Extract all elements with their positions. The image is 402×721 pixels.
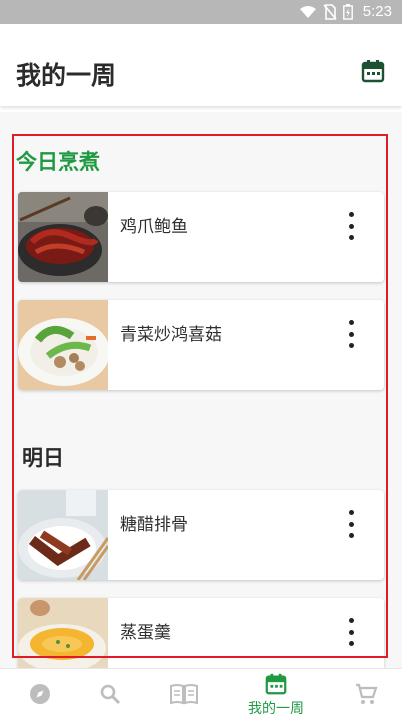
more-options-button[interactable] xyxy=(340,320,362,348)
recipe-name: 青菜炒鸿喜菇 xyxy=(120,325,222,345)
status-time: 5:23 xyxy=(362,3,392,20)
more-icon-dot xyxy=(348,320,354,325)
more-icon-dot xyxy=(348,331,354,337)
calendar-icon xyxy=(265,673,287,695)
no-sim-icon xyxy=(323,3,337,20)
calendar-icon xyxy=(361,60,385,83)
more-icon-dot xyxy=(348,235,354,240)
nav-item-search[interactable] xyxy=(70,669,150,721)
recipe-card[interactable]: 鸡爪鲍鱼 xyxy=(18,192,384,282)
nav-item-recipes[interactable] xyxy=(144,669,224,721)
recipe-name: 蒸蛋羹 xyxy=(120,623,171,643)
nav-item-explore[interactable] xyxy=(0,669,80,721)
recipe-thumbnail xyxy=(18,300,108,390)
more-options-button[interactable] xyxy=(340,510,362,538)
status-icons: 5:23 xyxy=(299,3,392,20)
more-icon-dot xyxy=(348,533,354,538)
recipe-thumbnail xyxy=(18,192,108,282)
section-title-today: 今日烹煮 xyxy=(16,150,100,174)
more-icon-dot xyxy=(348,212,354,217)
more-icon-dot xyxy=(348,641,354,646)
status-bar: 5:23 xyxy=(0,0,402,24)
cart-icon xyxy=(356,683,378,704)
recipe-card[interactable]: 青菜炒鸿喜菇 xyxy=(18,300,384,390)
recipe-thumbnail xyxy=(18,490,108,580)
more-icon-dot xyxy=(348,343,354,348)
recipe-name: 鸡爪鲍鱼 xyxy=(120,217,188,237)
calendar-button[interactable] xyxy=(360,58,386,84)
nav-item-cart[interactable] xyxy=(326,669,402,721)
section-title-tomorrow: 明日 xyxy=(22,446,64,470)
more-icon-dot xyxy=(348,521,354,527)
more-options-button[interactable] xyxy=(340,212,362,240)
weekly-plan-list[interactable]: 今日烹煮 鸡爪鲍鱼 青菜炒鸿喜菇 明日 糖醋排骨 蒸蛋羹 xyxy=(0,112,402,668)
bottom-navigation: 我的一周 xyxy=(0,668,402,721)
nav-item-my-week[interactable]: 我的一周 xyxy=(236,669,316,721)
book-icon xyxy=(170,684,198,705)
compass-icon xyxy=(30,684,50,704)
more-icon-dot xyxy=(348,223,354,229)
recipe-card[interactable]: 蒸蛋羹 xyxy=(18,598,384,668)
recipe-name: 糖醋排骨 xyxy=(120,515,188,535)
page-title: 我的一周 xyxy=(16,61,117,90)
wifi-icon xyxy=(299,5,316,18)
recipe-thumbnail xyxy=(18,598,108,668)
battery-icon xyxy=(342,3,353,20)
nav-label-my-week: 我的一周 xyxy=(248,701,304,717)
search-icon xyxy=(100,684,121,705)
app-bar: 我的一周 xyxy=(0,24,402,106)
more-icon-dot xyxy=(348,510,354,515)
recipe-card[interactable]: 糖醋排骨 xyxy=(18,490,384,580)
more-icon-dot xyxy=(348,618,354,623)
more-icon-dot xyxy=(348,629,354,635)
more-options-button[interactable] xyxy=(340,618,362,646)
